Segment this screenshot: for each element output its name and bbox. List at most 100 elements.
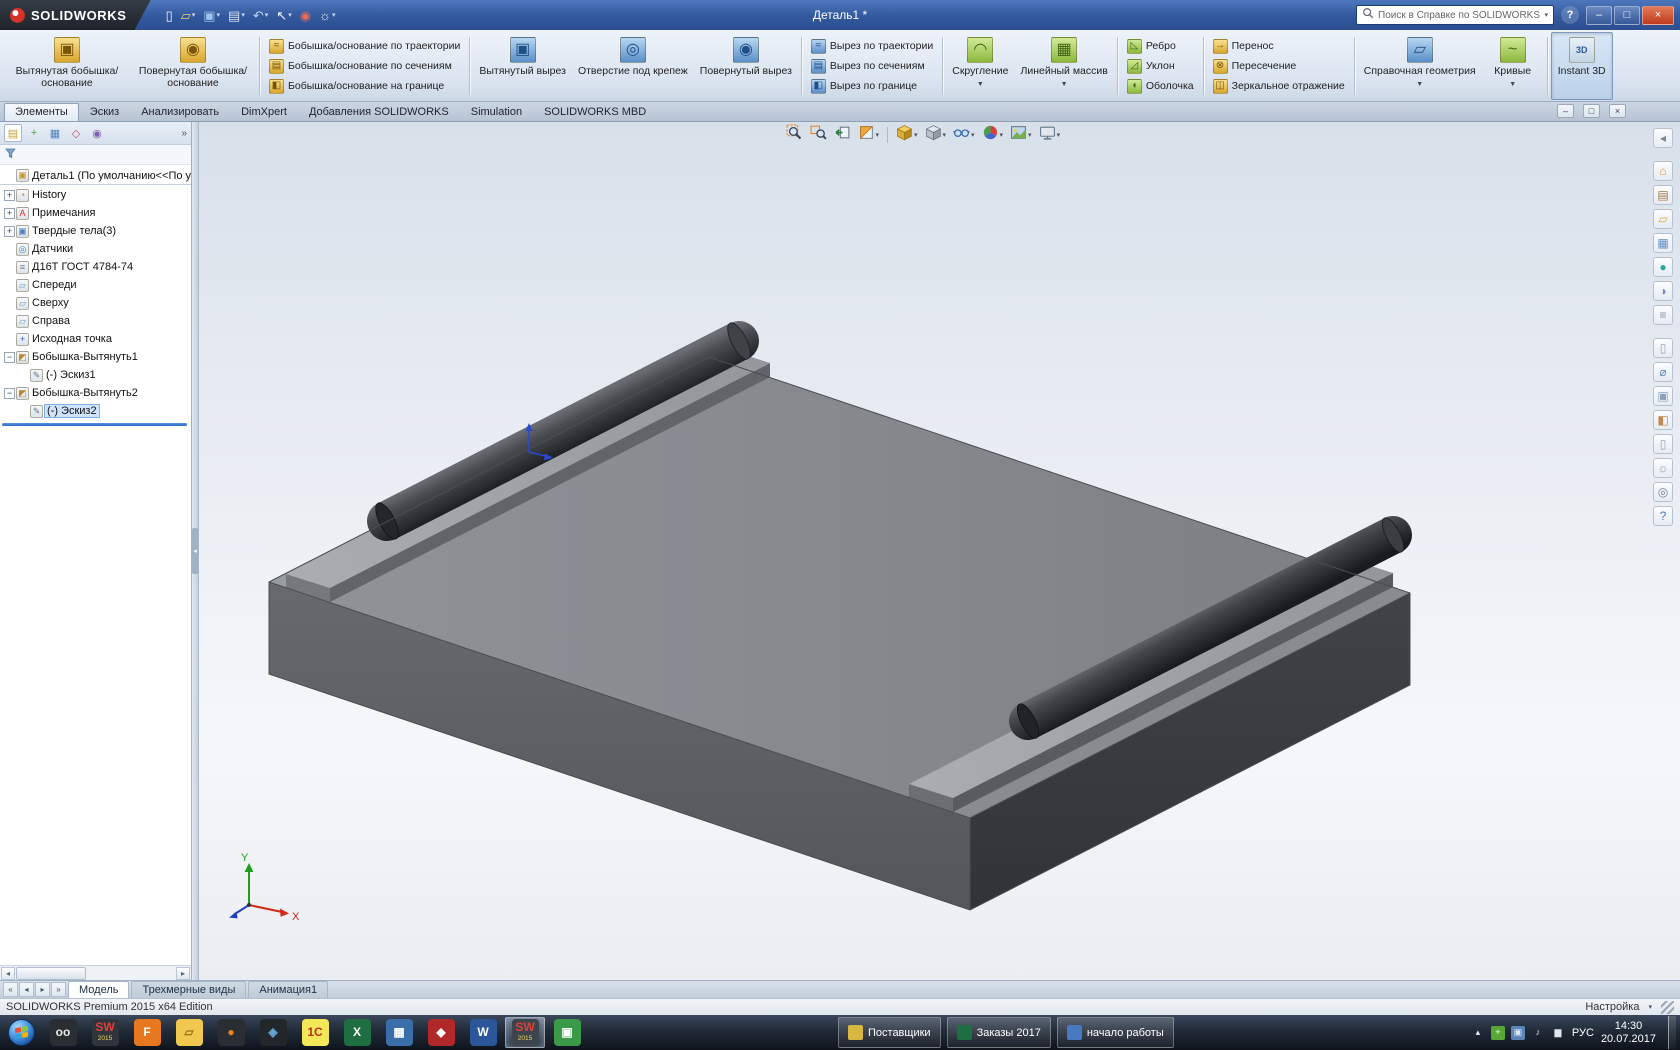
model-tab-2[interactable]: Трехмерные виды	[131, 981, 247, 998]
overflow-chevron[interactable]: »	[181, 128, 187, 139]
scroll-left-icon[interactable]: ◂	[1, 966, 15, 980]
scrollbar-thumb[interactable]	[16, 966, 86, 980]
language-indicator[interactable]: РУС	[1572, 1027, 1594, 1039]
prev-tab-button[interactable]: ◂	[19, 982, 34, 997]
tab-элементы[interactable]: Элементы	[4, 103, 79, 121]
shell-button[interactable]: ◖ Оболочка	[1123, 77, 1198, 96]
expander-plus-icon[interactable]: +	[4, 189, 15, 201]
lofted-boss-button[interactable]: ▤ Бобышка/основание по сечениям	[265, 57, 464, 76]
custom-properties-icon[interactable]: ≡	[1653, 305, 1673, 325]
tree-item[interactable]: ▣ Деталь1 (По умолчанию<<По у	[0, 167, 191, 185]
tree-item[interactable]: ✎ (-) Эскиз2	[0, 402, 191, 420]
curves-button[interactable]: ~ Кривые ▼	[1482, 32, 1544, 100]
dropdown-icon[interactable]: ▾	[192, 11, 196, 19]
configuration-manager-tab-icon[interactable]: ▦	[46, 124, 64, 142]
tab-эскиз[interactable]: Эскиз	[79, 103, 130, 121]
start-button[interactable]	[2, 1016, 40, 1049]
dimxpert-manager-tab-icon[interactable]: ◇	[67, 124, 85, 142]
excel-taskbar-button[interactable]: X	[337, 1017, 377, 1048]
scenes-icon[interactable]: ◑	[1653, 281, 1673, 301]
help-search-box[interactable]: Поиск в Справке по SOLIDWORKS ▾	[1356, 5, 1554, 25]
dropdown-icon[interactable]: ▾	[971, 131, 975, 139]
customize-dropdown-icon[interactable]: ▾	[1648, 1003, 1652, 1011]
red-app-taskbar-button[interactable]: ◆	[421, 1017, 461, 1048]
rebuild-button[interactable]: ◉	[297, 4, 314, 26]
options-button[interactable]: ☼ ▾	[316, 4, 338, 26]
doc-minimize-button[interactable]: –	[1557, 104, 1574, 118]
graphics-viewport[interactable]: Y X ▾ ▾ ▾ ▾ ▾ ▾ ▾ ◂ ⌂ ▤ ▱ ▦ ● ◑ ≡ ▯ ⌀ ▣ ◧ ▯ ☼ ◎?	[199, 122, 1680, 980]
blue-app-taskbar-button[interactable]: ▦	[379, 1017, 419, 1048]
dropdown-icon[interactable]: ▾	[288, 11, 292, 19]
appearances-icon[interactable]: ●	[1653, 257, 1673, 277]
maximize-button[interactable]: □	[1614, 5, 1640, 25]
camera-icon[interactable]: ◎	[1653, 482, 1673, 502]
next-tab-button[interactable]: ▸	[35, 982, 50, 997]
mirror-button[interactable]: ◫ Зеркальное отражение	[1209, 77, 1349, 96]
tab-dimxpert[interactable]: DimXpert	[230, 103, 298, 121]
dropdown-icon[interactable]: ▾	[943, 131, 947, 139]
doc-restore-button[interactable]: □	[1583, 104, 1600, 118]
draft-button[interactable]: ◿ Уклон	[1123, 57, 1198, 76]
dropdown-icon[interactable]: ▼	[977, 79, 984, 91]
document-icon[interactable]: ▯	[1653, 338, 1673, 358]
dropdown-icon[interactable]: ▼	[1416, 79, 1423, 91]
expander-plus-icon[interactable]: +	[4, 225, 15, 237]
splitter-collapse-handle[interactable]: ◂	[192, 528, 198, 574]
tab-анализировать[interactable]: Анализировать	[130, 103, 230, 121]
instant-3d-button[interactable]: 3D Instant 3D	[1550, 32, 1613, 100]
feature-tree-tab-icon[interactable]: ▤	[4, 124, 22, 142]
tree-item[interactable]: ▱ Сверху	[0, 294, 191, 312]
revolved-cut-button[interactable]: ◉ Повернутый вырез	[694, 32, 798, 100]
print-button[interactable]: ▤ ▾	[225, 4, 248, 26]
tree-item[interactable]: − ◩ Бобышка-Вытянуть1	[0, 348, 191, 366]
dropdown-icon[interactable]: ▼	[1509, 79, 1516, 91]
panel-horizontal-scrollbar[interactable]: ◂ ▸	[0, 965, 191, 980]
hide-show-items-button[interactable]: ▾	[951, 124, 977, 146]
tree-item[interactable]: + Исходная точка	[0, 330, 191, 348]
tree-item[interactable]: ✎ (-) Эскиз1	[0, 366, 191, 384]
view-settings-button[interactable]: ▾	[1037, 124, 1063, 146]
panel-splitter[interactable]: ◂	[192, 122, 199, 980]
home-icon[interactable]: ⌂	[1653, 161, 1673, 181]
tree-item[interactable]: + A Примечания	[0, 204, 191, 222]
folder-explorer-taskbar-button[interactable]: ▱	[169, 1017, 209, 1048]
antivirus-shield-icon[interactable]: +	[1490, 1025, 1505, 1040]
dropdown-icon[interactable]: ▾	[1057, 131, 1061, 139]
1c-taskbar-button[interactable]: 1С	[295, 1017, 335, 1048]
section-icon[interactable]: ◧	[1653, 410, 1673, 430]
undo-button[interactable]: ↶ ▾	[250, 4, 271, 26]
view-palette-icon[interactable]: ▦	[1653, 233, 1673, 253]
measure-icon[interactable]: ⌀	[1653, 362, 1673, 382]
display-icon[interactable]: ▣	[1510, 1025, 1525, 1040]
property-manager-tab-icon[interactable]: +	[25, 124, 43, 142]
last-tab-button[interactable]: »	[51, 982, 66, 997]
design-library-icon[interactable]: ▤	[1653, 185, 1673, 205]
apply-scene-button[interactable]: ▾	[1008, 124, 1034, 146]
extruded-cut-button[interactable]: ▣ Вытянутый вырез	[473, 32, 572, 100]
green-app-taskbar-button[interactable]: ▣	[547, 1017, 587, 1048]
select-cursor-button[interactable]: ↖ ▾	[273, 4, 294, 26]
section-view-button[interactable]: ▾	[855, 124, 881, 146]
show-desktop-button[interactable]	[1668, 1016, 1676, 1049]
swept-cut-button[interactable]: ≈ Вырез по траектории	[807, 37, 937, 56]
dropdown-icon[interactable]: ▾	[875, 131, 879, 139]
solidworks-2015-taskbar-button[interactable]: SW 2015	[505, 1017, 545, 1048]
part-model[interactable]	[268, 320, 1412, 911]
model-tab-3[interactable]: Анимация1	[248, 981, 329, 998]
doc-close-button[interactable]: ×	[1609, 104, 1626, 118]
save-button[interactable]: ▣ ▾	[200, 4, 223, 26]
expander-plus-icon[interactable]: +	[4, 207, 15, 219]
extruded-boss-button[interactable]: ▣ Вытянутая бобышка/основание	[4, 32, 130, 100]
open-folder-button[interactable]: ▱ ▾	[178, 4, 199, 26]
expander-minus-icon[interactable]: −	[4, 351, 15, 363]
dropdown-icon[interactable]: ▾	[1028, 131, 1032, 139]
network-icon[interactable]: ▆	[1551, 1026, 1565, 1040]
tab-solidworks-mbd[interactable]: SOLIDWORKS MBD	[533, 103, 657, 121]
help-button[interactable]: ?	[1561, 6, 1579, 24]
solidworks-launcher-taskbar-button[interactable]: SW 2015	[85, 1017, 125, 1048]
word-taskbar-button[interactable]: W	[463, 1017, 503, 1048]
document-icon[interactable]: ▯	[1653, 434, 1673, 454]
move-button[interactable]: → Перенос	[1209, 37, 1349, 56]
dropdown-icon[interactable]: ▾	[1000, 131, 1004, 139]
scroll-right-icon[interactable]: ▸	[176, 966, 190, 980]
